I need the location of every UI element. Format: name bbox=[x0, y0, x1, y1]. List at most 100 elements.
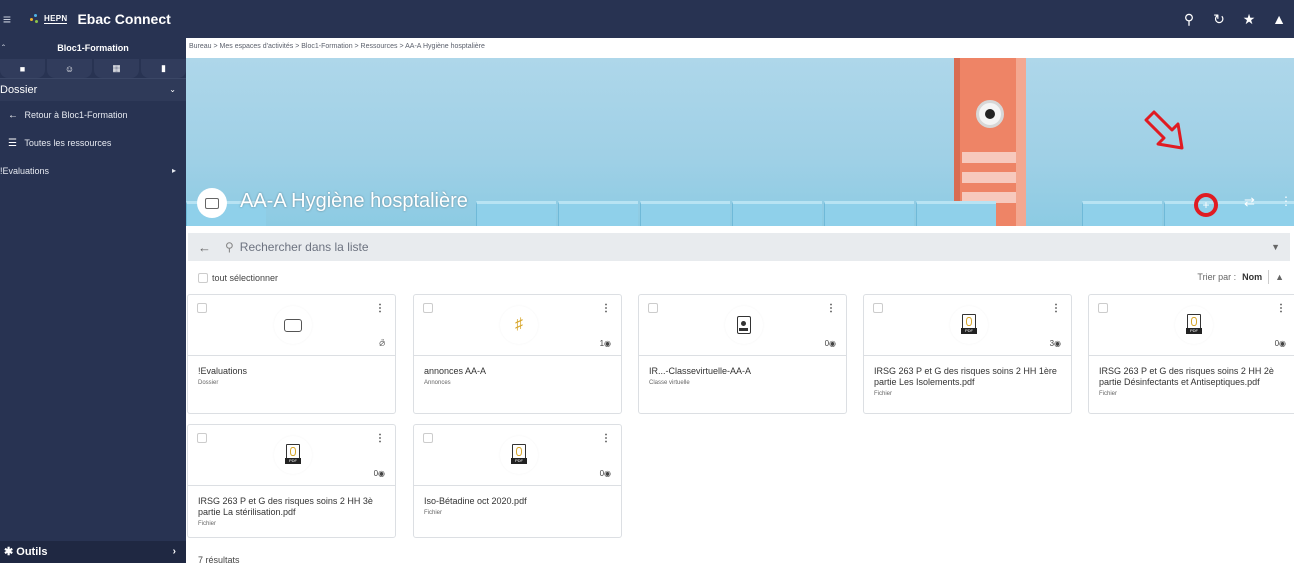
resource-card[interactable]: ⋮ PDF 3◉ IRSG 263 P et G des risques soi… bbox=[863, 294, 1072, 414]
card-name[interactable]: !Evaluations bbox=[198, 366, 385, 377]
card-menu-icon[interactable]: ⋮ bbox=[1051, 303, 1061, 314]
virtual-class-icon bbox=[725, 306, 763, 344]
view-count: 0◉ bbox=[824, 339, 836, 348]
card-name[interactable]: IR...-Classevirtuelle-AA-A bbox=[649, 366, 836, 377]
card-menu-icon[interactable]: ⋮ bbox=[826, 303, 836, 314]
card-name[interactable]: IRSG 263 P et G des risques soins 2 HH 3… bbox=[198, 496, 385, 518]
card-checkbox[interactable] bbox=[423, 303, 433, 313]
sort-label: Trier par : bbox=[1197, 272, 1237, 282]
card-header: ⋮ PDF 0◉ bbox=[414, 425, 621, 486]
caret-up-icon[interactable]: ˆ bbox=[2, 38, 5, 59]
search-input[interactable] bbox=[239, 240, 640, 254]
card-body: IRSG 263 P et G des risques soins 2 HH 3… bbox=[188, 486, 395, 537]
main-content: Bureau > Mes espaces d'activités > Bloc1… bbox=[186, 38, 1294, 563]
pdf-icon: PDF bbox=[1175, 306, 1213, 344]
view-count: 0◉ bbox=[373, 469, 385, 478]
card-checkbox[interactable] bbox=[197, 433, 207, 443]
sidebar-footer-label: Outils bbox=[16, 546, 48, 558]
top-actions: ⚲ ↻ ★ ▲ bbox=[1182, 0, 1286, 38]
card-checkbox[interactable] bbox=[423, 433, 433, 443]
app-logo[interactable]: HEPN bbox=[30, 14, 68, 24]
card-type: Annonces bbox=[424, 380, 451, 386]
card-menu-icon[interactable]: ⋮ bbox=[601, 303, 611, 314]
select-all[interactable]: tout sélectionner bbox=[198, 273, 278, 283]
sidebar-item-evaluations[interactable]: !Evaluations ▸ bbox=[0, 157, 186, 185]
sidebar-item-label: Retour à Bloc1-Formation bbox=[24, 110, 128, 120]
select-all-checkbox[interactable] bbox=[198, 273, 208, 283]
resource-card[interactable]: ⋮ PDF 0◉ IRSG 263 P et G des risques soi… bbox=[187, 424, 396, 538]
binder-label bbox=[962, 152, 1016, 163]
users-icon: ☺ bbox=[64, 63, 75, 74]
card-name[interactable]: annonces AA-A bbox=[424, 366, 611, 377]
card-name[interactable]: IRSG 263 P et G des risques soins 2 HH 1… bbox=[874, 366, 1061, 388]
caret-down-icon[interactable]: ▼ bbox=[1271, 242, 1280, 252]
breadcrumb[interactable]: Bureau > Mes espaces d'activités > Bloc1… bbox=[189, 43, 485, 50]
card-checkbox[interactable] bbox=[873, 303, 883, 313]
logo-mark-icon bbox=[30, 14, 40, 24]
folder-icon bbox=[274, 306, 312, 344]
menu-icon[interactable]: ≡ bbox=[0, 0, 14, 38]
card-checkbox[interactable] bbox=[197, 303, 207, 313]
card-menu-icon[interactable]: ⋮ bbox=[375, 433, 385, 444]
sort-direction-icon[interactable]: ▲ bbox=[1275, 272, 1284, 282]
resource-card[interactable]: ⋮ PDF 0◉ IRSG 263 P et G des risques soi… bbox=[1088, 294, 1294, 414]
search-icon[interactable]: ⚲ bbox=[1182, 11, 1196, 28]
card-body: Iso-Bétadine oct 2020.pdf Fichier bbox=[414, 486, 621, 526]
sidebar-item-all-resources[interactable]: ☰ Toutes les ressources bbox=[0, 129, 186, 157]
card-menu-icon[interactable]: ⋮ bbox=[601, 433, 611, 444]
star-icon[interactable]: ★ bbox=[1242, 11, 1256, 28]
sort-value[interactable]: Nom bbox=[1242, 272, 1262, 282]
eye-icon: ◉ bbox=[604, 469, 611, 478]
card-header: ⋮ ♯ 1◉ bbox=[414, 295, 621, 356]
bell-icon[interactable]: ▲ bbox=[1272, 11, 1286, 27]
card-body: IR...-Classevirtuelle-AA-A Classe virtue… bbox=[639, 356, 846, 396]
banner: AA-A Hygiène hosptalière + ⇄ ⋮ bbox=[186, 58, 1294, 226]
sidebar-item-label: !Evaluations bbox=[0, 166, 50, 176]
sidebar-footer-tools[interactable]: ✱ Outils › bbox=[0, 541, 186, 563]
eye-icon: ◉ bbox=[829, 339, 836, 348]
tab-users[interactable]: ☺ bbox=[47, 59, 92, 78]
card-body: IRSG 263 P et G des risques soins 2 HH 1… bbox=[864, 356, 1071, 407]
resource-card[interactable]: ⋮ 0◉ IR...-Classevirtuelle-AA-A Classe v… bbox=[638, 294, 847, 414]
resource-card[interactable]: ⋮ ⦳ !Evaluations Dossier bbox=[187, 294, 396, 414]
sync-icon[interactable]: ⇄ bbox=[1244, 194, 1255, 210]
card-header: ⋮ PDF 3◉ bbox=[864, 295, 1071, 356]
sidebar-header: ˆ Bloc1-Formation bbox=[0, 38, 186, 59]
binder-label bbox=[962, 172, 1016, 183]
arrow-left-icon: ← bbox=[8, 110, 18, 121]
shelf-box bbox=[640, 201, 730, 226]
sort-control: Trier par : Nom ▲ bbox=[1197, 270, 1284, 284]
card-name[interactable]: IRSG 263 P et G des risques soins 2 HH 2… bbox=[1099, 366, 1286, 388]
resource-card[interactable]: ⋮ PDF 0◉ Iso-Bétadine oct 2020.pdf Fichi… bbox=[413, 424, 622, 538]
card-type: Classe virtuelle bbox=[649, 380, 690, 386]
sidebar-item-back[interactable]: ← Retour à Bloc1-Formation bbox=[0, 101, 186, 129]
card-header: ⋮ 0◉ bbox=[639, 295, 846, 356]
more-options-icon[interactable]: ⋮ bbox=[1280, 194, 1292, 208]
card-header: ⋮ PDF 0◉ bbox=[1089, 295, 1294, 356]
card-checkbox[interactable] bbox=[1098, 303, 1108, 313]
add-resource-button[interactable]: + bbox=[1194, 193, 1218, 217]
sidebar-section-dossier[interactable]: Dossier ⌄ bbox=[0, 79, 186, 101]
card-checkbox[interactable] bbox=[648, 303, 658, 313]
search-bar: ← ⚲ ▼ bbox=[188, 233, 1290, 261]
pdf-icon: PDF bbox=[950, 306, 988, 344]
card-menu-icon[interactable]: ⋮ bbox=[375, 303, 385, 314]
megaphone-icon: ♯ bbox=[500, 306, 538, 344]
pdf-icon: PDF bbox=[500, 436, 538, 474]
eye-icon: ◉ bbox=[378, 469, 385, 478]
history-icon[interactable]: ↻ bbox=[1212, 11, 1226, 28]
sidebar-header-title: Bloc1-Formation bbox=[57, 43, 129, 53]
resource-card[interactable]: ⋮ ♯ 1◉ annonces AA-A Annonces bbox=[413, 294, 622, 414]
card-name[interactable]: Iso-Bétadine oct 2020.pdf bbox=[424, 496, 611, 507]
app-title[interactable]: Ebac Connect bbox=[77, 11, 170, 27]
tab-trash[interactable]: ▮ bbox=[141, 59, 186, 78]
back-arrow-icon[interactable]: ← bbox=[198, 240, 211, 255]
tab-calendar[interactable]: ▦ bbox=[94, 59, 139, 78]
card-menu-icon[interactable]: ⋮ bbox=[1276, 303, 1286, 314]
sidebar: ˆ Bloc1-Formation ■ ☺ ▦ ▮ Dossier ⌄ ← Re… bbox=[0, 38, 186, 563]
shelf-box bbox=[824, 201, 914, 226]
results-count: 7 résultats bbox=[198, 555, 240, 563]
card-body: !Evaluations Dossier bbox=[188, 356, 395, 396]
tab-folder[interactable]: ■ bbox=[0, 59, 45, 78]
search-icon: ⚲ bbox=[225, 240, 234, 254]
